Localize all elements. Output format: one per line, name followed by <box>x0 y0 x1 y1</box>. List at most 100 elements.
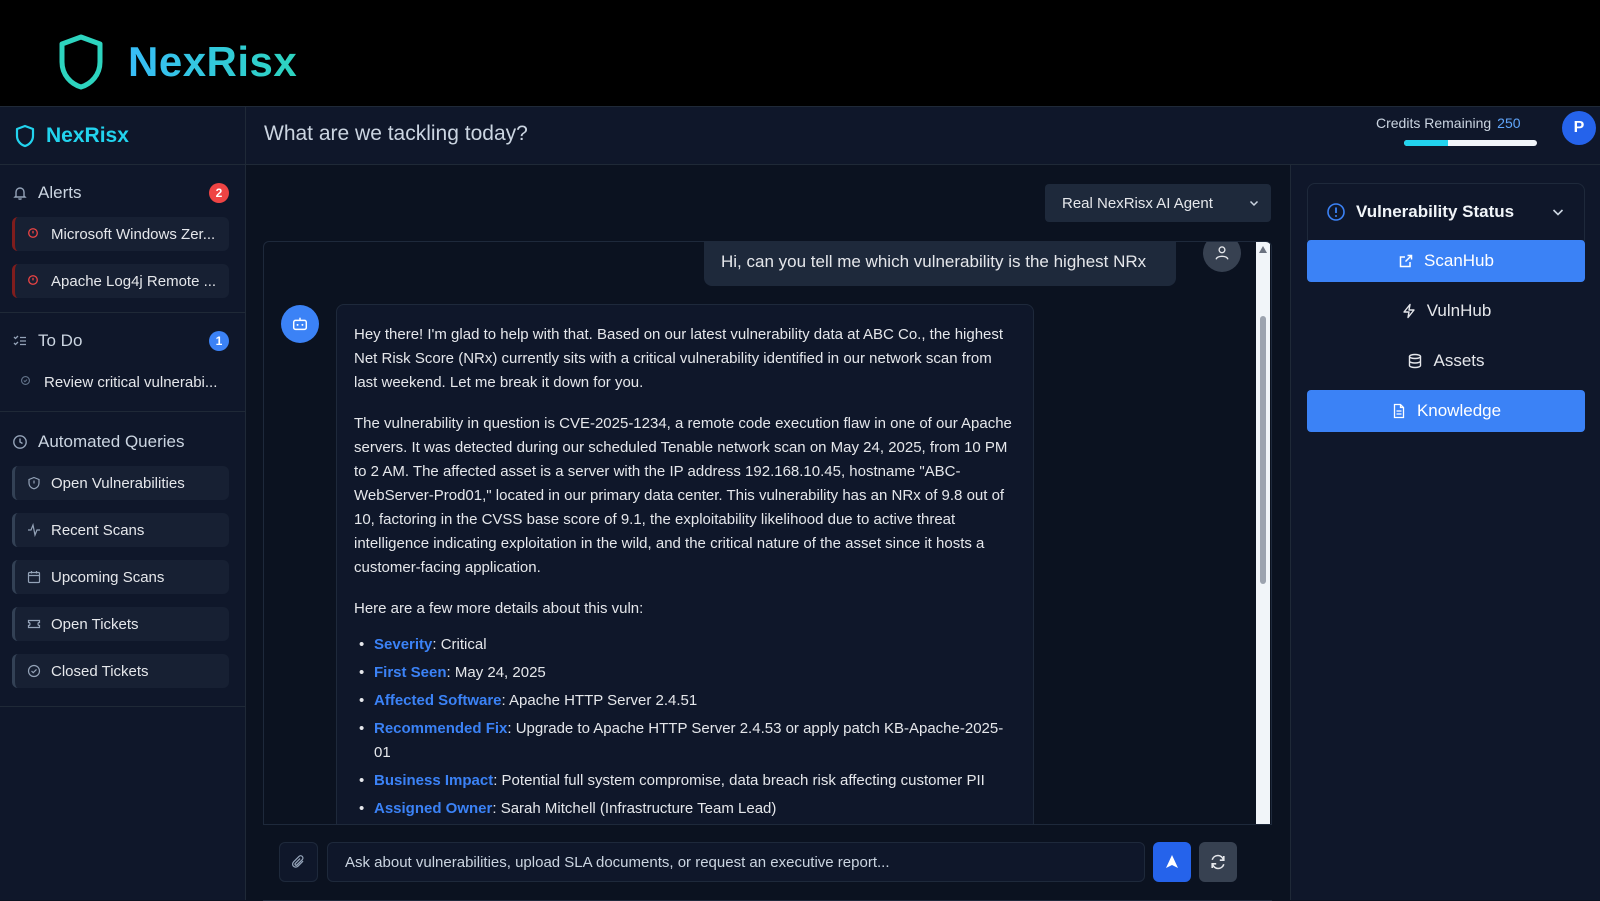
vulnhub-button[interactable]: VulnHub <box>1307 290 1585 332</box>
sidebar-brand[interactable]: NexRisx <box>0 107 245 165</box>
user-message-text: Hi, can you tell me which vulnerability … <box>721 252 1147 271</box>
right-panel: Vulnerability Status ScanHub VulnHub Ass… <box>1290 165 1600 900</box>
todo-item-label: Review critical vulnerabi... <box>44 373 218 391</box>
user-avatar-icon <box>1203 242 1241 272</box>
credits-progress-fill <box>1404 140 1448 146</box>
alert-circle-icon <box>27 274 41 288</box>
todo-section: To Do 1 Review critical vulnerabi... <box>0 313 245 412</box>
detail-value: : Potential full system compromise, data… <box>493 772 985 789</box>
detail-key[interactable]: Assigned Owner <box>374 800 492 817</box>
automated-queries-section: Automated Queries Open Vulnerabilities R… <box>0 412 245 707</box>
automated-queries-header[interactable]: Automated Queries <box>12 428 229 456</box>
alert-item[interactable]: Apache Log4j Remote ... <box>12 264 229 298</box>
external-link-icon <box>1398 253 1414 269</box>
alerts-header[interactable]: Alerts 2 <box>12 179 229 207</box>
agent-select[interactable]: Real NexRisx AI Agent <box>1045 184 1271 222</box>
query-closed-tickets[interactable]: Closed Tickets <box>12 654 229 688</box>
knowledge-button[interactable]: Knowledge <box>1307 390 1585 432</box>
refresh-button[interactable] <box>1199 842 1237 882</box>
chevron-down-icon <box>1552 209 1564 216</box>
vulnerability-status-dropdown[interactable]: Vulnerability Status <box>1307 183 1585 241</box>
alert-item[interactable]: Microsoft Windows Zer... <box>12 217 229 251</box>
chat-input-bar <box>263 824 1272 900</box>
bot-paragraph: Hey there! I'm glad to help with that. B… <box>354 326 1004 391</box>
bot-message: Hey there! I'm glad to help with that. B… <box>336 304 1034 844</box>
detail-item: Assigned Owner: Sarah Mitchell (Infrastr… <box>354 797 1016 821</box>
bot-paragraph: Here are a few more details about this v… <box>354 600 644 617</box>
attach-button[interactable] <box>279 842 318 882</box>
info-circle-icon <box>1327 203 1345 221</box>
shield-icon <box>15 124 35 147</box>
bell-icon <box>12 185 28 201</box>
credits-label: Credits Remaining <box>1376 115 1492 131</box>
detail-item: First Seen: May 24, 2025 <box>354 661 1016 685</box>
detail-item: Business Impact: Potential full system c… <box>354 769 1016 793</box>
chat-scrollbar[interactable] <box>1256 242 1270 836</box>
scrollbar-thumb[interactable] <box>1260 316 1266 584</box>
send-arrow-icon <box>1166 855 1178 868</box>
sidebar: NexRisx Alerts 2 Microsoft Windows Zer..… <box>0 107 246 900</box>
query-label: Recent Scans <box>51 521 145 539</box>
credits-value: 250 <box>1497 115 1521 131</box>
detail-value: : Sarah Mitchell (Infrastructure Team Le… <box>492 800 777 817</box>
chevron-down-icon <box>1249 200 1259 207</box>
todo-count-badge: 1 <box>209 331 229 351</box>
vulnhub-label: VulnHub <box>1426 301 1492 320</box>
banner-title: NexRisx <box>128 38 298 85</box>
scanhub-label: ScanHub <box>1424 251 1494 270</box>
detail-item: Recommended Fix: Upgrade to Apache HTTP … <box>354 717 1016 765</box>
todo-item[interactable]: Review critical vulnerabi... <box>12 365 229 399</box>
detail-key[interactable]: Business Impact <box>374 772 493 789</box>
detail-value: : May 24, 2025 <box>446 664 546 681</box>
automated-queries-label: Automated Queries <box>38 432 185 451</box>
knowledge-label: Knowledge <box>1416 401 1502 420</box>
vulnerability-status-title: Vulnerability Status <box>1356 202 1515 221</box>
shield-logo-icon <box>59 34 103 90</box>
query-open-vulnerabilities[interactable]: Open Vulnerabilities <box>12 466 229 500</box>
alert-item-label: Microsoft Windows Zer... <box>51 225 216 243</box>
bot-icon <box>281 305 319 343</box>
document-icon <box>1391 403 1407 419</box>
chat-log[interactable]: Hi, can you tell me which vulnerability … <box>263 241 1272 901</box>
agent-select-value: Real NexRisx AI Agent <box>1062 194 1213 212</box>
query-label: Open Vulnerabilities <box>51 474 185 492</box>
alerts-label: Alerts <box>38 183 82 202</box>
chat-main: Real NexRisx AI Agent Hi, can you tell m… <box>246 165 1290 901</box>
query-recent-scans[interactable]: Recent Scans <box>12 513 229 547</box>
detail-item: Severity: Critical <box>354 633 1016 657</box>
activity-icon <box>27 523 41 537</box>
assets-button[interactable]: Assets <box>1307 340 1585 382</box>
lightning-icon <box>1401 303 1417 319</box>
detail-key[interactable]: Affected Software <box>374 692 502 709</box>
scanhub-button[interactable]: ScanHub <box>1307 240 1585 282</box>
query-open-tickets[interactable]: Open Tickets <box>12 607 229 641</box>
ticket-icon <box>27 617 41 631</box>
assets-label: Assets <box>1433 351 1485 370</box>
todo-header[interactable]: To Do 1 <box>12 327 229 355</box>
alerts-section: Alerts 2 Microsoft Windows Zer... Apache… <box>0 165 245 313</box>
query-label: Open Tickets <box>51 615 139 633</box>
refresh-icon <box>1211 854 1225 870</box>
detail-key[interactable]: Severity <box>374 636 432 653</box>
query-upcoming-scans[interactable]: Upcoming Scans <box>12 560 229 594</box>
top-banner: NexRisx <box>0 0 1600 107</box>
detail-key[interactable]: First Seen <box>374 664 447 681</box>
credits-meter: Credits Remaining 250 <box>1376 115 1546 146</box>
detail-key[interactable]: Recommended Fix <box>374 720 507 737</box>
send-button[interactable] <box>1153 842 1191 882</box>
alert-item-label: Apache Log4j Remote ... <box>51 272 217 290</box>
alerts-count-badge: 2 <box>209 183 229 203</box>
sidebar-brand-name: NexRisx <box>46 123 129 147</box>
detail-value: : Apache HTTP Server 2.4.51 <box>501 692 698 709</box>
bot-paragraph: The vulnerability in question is CVE-202… <box>354 415 1012 576</box>
scroll-up-arrow-icon[interactable] <box>1259 246 1267 253</box>
database-icon <box>1407 353 1423 369</box>
shield-alert-icon <box>27 476 41 490</box>
detail-value: : Critical <box>432 636 487 653</box>
list-check-icon <box>12 333 28 349</box>
query-label: Upcoming Scans <box>51 568 165 586</box>
user-avatar[interactable]: P <box>1562 111 1596 145</box>
chat-input[interactable] <box>327 842 1145 882</box>
detail-list: Severity: Critical First Seen: May 24, 2… <box>354 633 1016 821</box>
query-label: Closed Tickets <box>51 662 149 680</box>
